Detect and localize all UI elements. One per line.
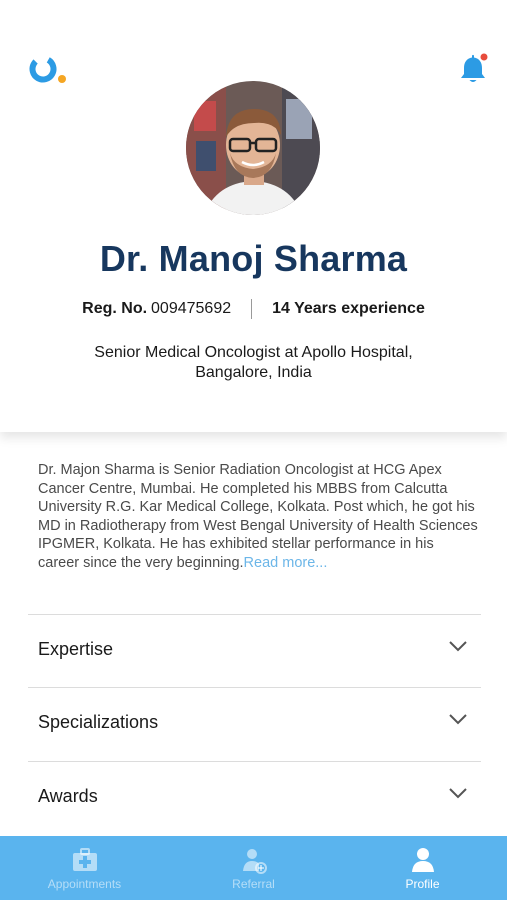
add-user-icon [242, 849, 267, 874]
experience: 14 Years experience [272, 300, 425, 317]
doctor-name: Dr. Manoj Sharma [99, 238, 408, 279]
tab-profile[interactable]: Profile [338, 836, 507, 900]
tab-referral[interactable]: Referral [169, 836, 338, 900]
designation: Senior Medical Oncologist at Apollo Hosp… [94, 344, 413, 381]
medical-kit-icon [72, 848, 97, 871]
tab-appointments[interactable]: Appointments [0, 836, 169, 900]
profile-header: Dr. Manoj Sharma Reg. No. 009475692 14 Y… [0, 0, 507, 432]
user-icon [411, 848, 434, 872]
tab-label: Profile [405, 877, 440, 891]
bell-icon[interactable] [456, 52, 490, 86]
section-label: Specializations [38, 712, 159, 732]
tab-label: Appointments [47, 877, 122, 891]
avatar [186, 81, 320, 215]
read-more-link[interactable]: Read more... [244, 555, 328, 571]
tab-label: Referral [232, 877, 275, 891]
reg-number: 009475692 [151, 300, 232, 317]
app-logo-icon [29, 55, 66, 83]
notification-badge [480, 53, 488, 61]
section-label: Awards [38, 786, 98, 806]
bio-paragraph: Dr. Majon Sharma is Senior Radiation Onc… [38, 461, 478, 572]
expertise-section[interactable]: Expertise [28, 614, 481, 687]
specializations-section[interactable]: Specializations [28, 687, 481, 760]
bottom-tab-bar: Appointments Referral Profile [0, 836, 507, 900]
section-label: Expertise [38, 639, 114, 659]
chevron-down-icon [449, 788, 467, 799]
chevron-down-icon [449, 641, 467, 652]
chevron-down-icon [449, 714, 467, 725]
awards-section[interactable]: Awards [28, 761, 481, 834]
reg-label: Reg. No. [82, 300, 148, 317]
doctor-meta: Reg. No. 009475692 14 Years experience [0, 298, 507, 320]
meta-divider [251, 299, 253, 319]
